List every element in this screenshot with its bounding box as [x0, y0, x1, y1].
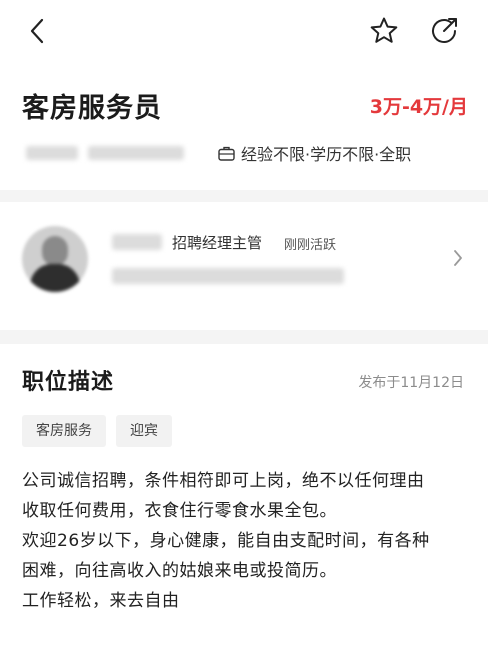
share-button[interactable]: [424, 12, 464, 50]
job-title: 客房服务员: [22, 93, 162, 124]
top-bar: [0, 0, 488, 62]
back-button[interactable]: [18, 12, 58, 50]
salary: 3万-4万/月: [369, 96, 468, 118]
job-meta: 经验不限·学历不限·全职: [22, 140, 468, 168]
company-name-blurred: [26, 146, 78, 160]
briefcase-icon: [218, 146, 235, 161]
requirements: 经验不限·学历不限·全职: [218, 141, 411, 165]
section-divider: [0, 330, 488, 344]
publish-date: 发布于11月12日: [358, 375, 464, 391]
recruiter-role: 招聘经理主管: [172, 234, 263, 252]
section-divider: [0, 190, 488, 202]
description-line: 工作轻松，来去自由: [22, 591, 180, 611]
avatar: [22, 226, 88, 292]
location-blurred: [88, 146, 184, 160]
tag-housekeeping: 客房服务: [22, 415, 106, 447]
job-description: 公司诚信招聘，条件相符即可上岗，绝不以任何理由 收取任何费用，衣食住行零食水果全…: [22, 466, 470, 616]
recruiter-name-blurred: [112, 234, 162, 250]
description-heading: 职位描述: [22, 370, 115, 395]
description-line: 公司诚信招聘，条件相符即可上岗，绝不以任何理由: [22, 471, 425, 491]
recruiter-company-blurred: [112, 268, 344, 284]
requirements-text: 经验不限·学历不限·全职: [241, 145, 412, 164]
share-icon: [432, 18, 457, 43]
description-line: 欢迎26岁以下，身心健康，能自由支配时间，有各种: [22, 531, 430, 551]
recruiter-card[interactable]: 招聘经理主管 刚刚活跃: [0, 214, 488, 314]
chevron-right-icon: [454, 250, 462, 266]
active-status: 刚刚活跃: [284, 238, 337, 253]
job-header: 客房服务员 3万-4万/月: [22, 86, 468, 126]
description-line: 困难，向往高收入的姑娘来电或投简历。: [22, 561, 337, 581]
star-icon: [370, 17, 398, 43]
favorite-button[interactable]: [364, 12, 404, 50]
tag-reception: 迎宾: [116, 415, 172, 447]
chevron-left-icon: [30, 18, 44, 44]
description-line: 收取任何费用，衣食住行零食水果全包。: [22, 501, 337, 521]
job-tags: 客房服务 迎宾: [22, 415, 172, 447]
